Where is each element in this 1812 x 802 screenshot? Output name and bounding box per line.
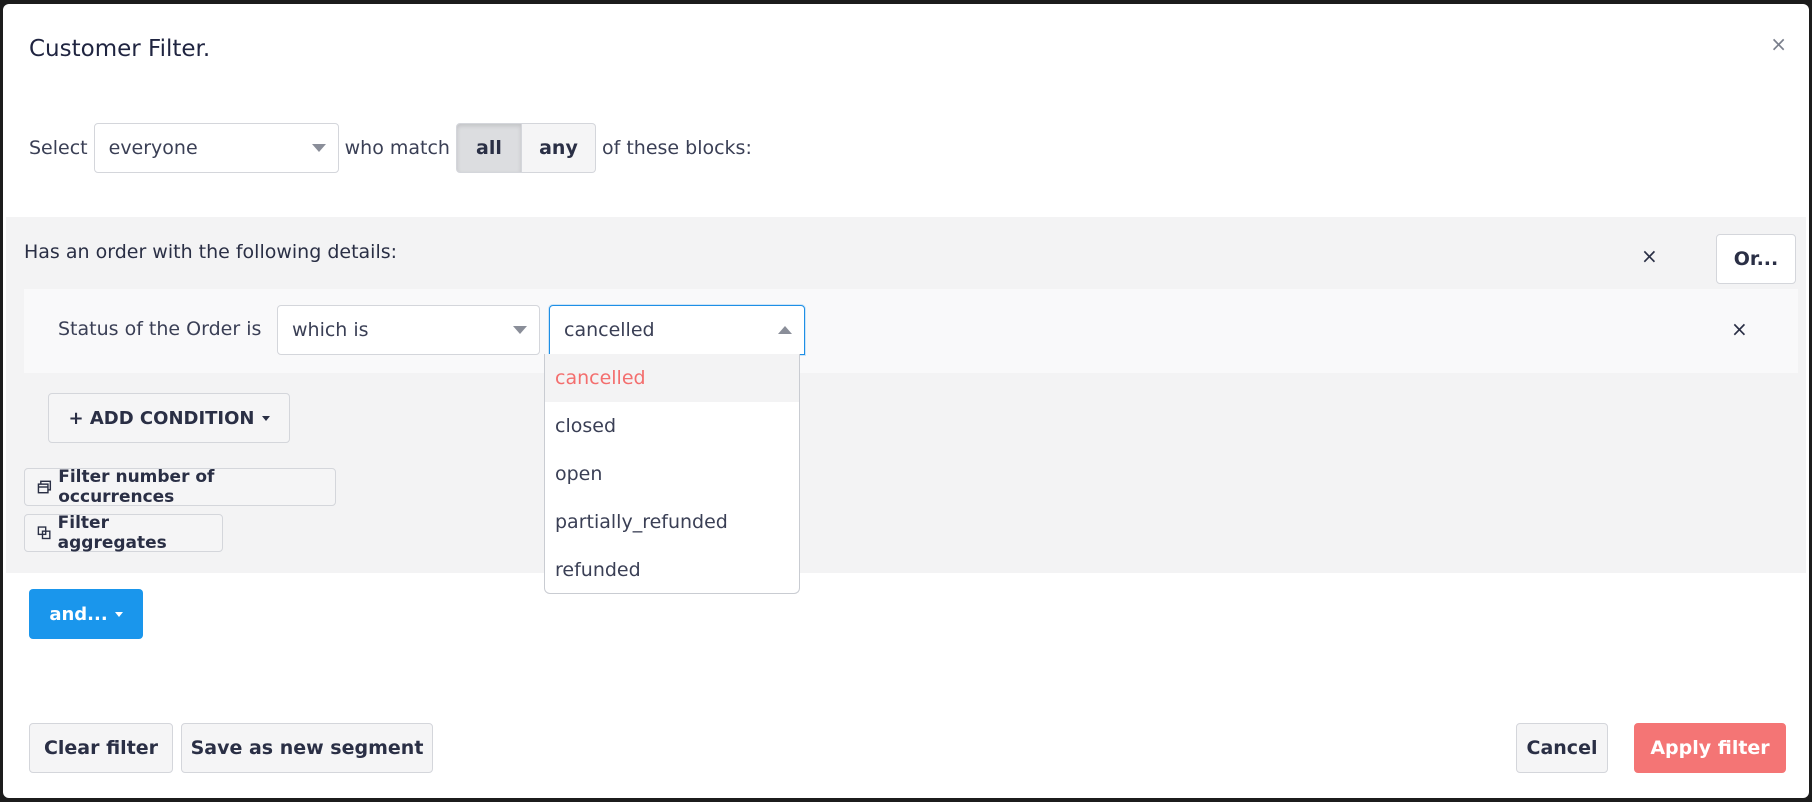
apply-filter-button[interactable]: Apply filter: [1634, 723, 1786, 773]
match-any-button[interactable]: any: [521, 123, 596, 173]
clear-filter-button[interactable]: Clear filter: [29, 723, 173, 773]
aggregate-icon: [37, 526, 51, 540]
blocks-suffix-label: of these blocks:: [601, 137, 752, 159]
block-title: Has an order with the following details:: [24, 241, 398, 263]
status-option-closed[interactable]: closed: [545, 402, 799, 450]
filter-occurrences-label: Filter number of occurrences: [58, 467, 215, 507]
modal-title: Customer Filter.: [29, 36, 211, 62]
condition-row: Status of the Order is which is cancelle…: [24, 289, 1798, 373]
remove-block-icon[interactable]: ×: [1641, 244, 1658, 268]
save-segment-button[interactable]: Save as new segment: [181, 723, 433, 773]
and-button[interactable]: and...: [29, 589, 143, 639]
status-option-cancelled[interactable]: cancelled: [545, 354, 799, 402]
select-label: Select: [29, 137, 88, 159]
status-option-open[interactable]: open: [545, 450, 799, 498]
caret-down-icon: [311, 144, 326, 152]
caret-down-icon: [114, 611, 123, 617]
status-options-list: cancelled closed open partially_refunded…: [544, 354, 800, 594]
status-option-refunded[interactable]: refunded: [545, 546, 799, 594]
and-label: and...: [49, 603, 108, 625]
close-modal-icon[interactable]: ×: [1770, 34, 1787, 54]
caret-up-icon: [778, 326, 792, 334]
match-toggle: all any: [455, 123, 596, 173]
condition-label: Status of the Order is: [58, 318, 262, 340]
filter-block: Has an order with the following details:…: [6, 217, 1806, 573]
audience-selector-row: Select everyone who match all any of the…: [29, 122, 752, 174]
filter-aggregates-label: Filter aggregates: [57, 513, 167, 553]
remove-condition-icon[interactable]: ×: [1731, 317, 1748, 341]
calendar-icon: [37, 480, 52, 494]
or-button[interactable]: Or...: [1716, 234, 1796, 284]
add-condition-button[interactable]: + ADD CONDITION: [48, 393, 290, 443]
match-all-button[interactable]: all: [455, 123, 522, 173]
status-dropdown-value: cancelled: [564, 319, 655, 341]
caret-down-icon: [261, 415, 270, 421]
filter-aggregates-button[interactable]: Filter aggregates: [24, 513, 223, 553]
add-condition-label: + ADD CONDITION: [68, 407, 255, 429]
caret-down-icon: [513, 326, 527, 334]
match-label: who match: [344, 137, 450, 159]
status-option-partially-refunded[interactable]: partially_refunded: [545, 498, 799, 546]
audience-dropdown[interactable]: everyone: [93, 123, 339, 173]
filter-occurrences-button[interactable]: Filter number of occurrences: [24, 467, 336, 507]
operator-dropdown[interactable]: which is: [277, 305, 540, 355]
customer-filter-modal: Customer Filter. × Select everyone who m…: [3, 4, 1809, 798]
operator-dropdown-value: which is: [292, 319, 369, 341]
audience-dropdown-value: everyone: [108, 137, 198, 159]
status-dropdown[interactable]: cancelled: [549, 305, 805, 355]
cancel-button[interactable]: Cancel: [1516, 723, 1608, 773]
